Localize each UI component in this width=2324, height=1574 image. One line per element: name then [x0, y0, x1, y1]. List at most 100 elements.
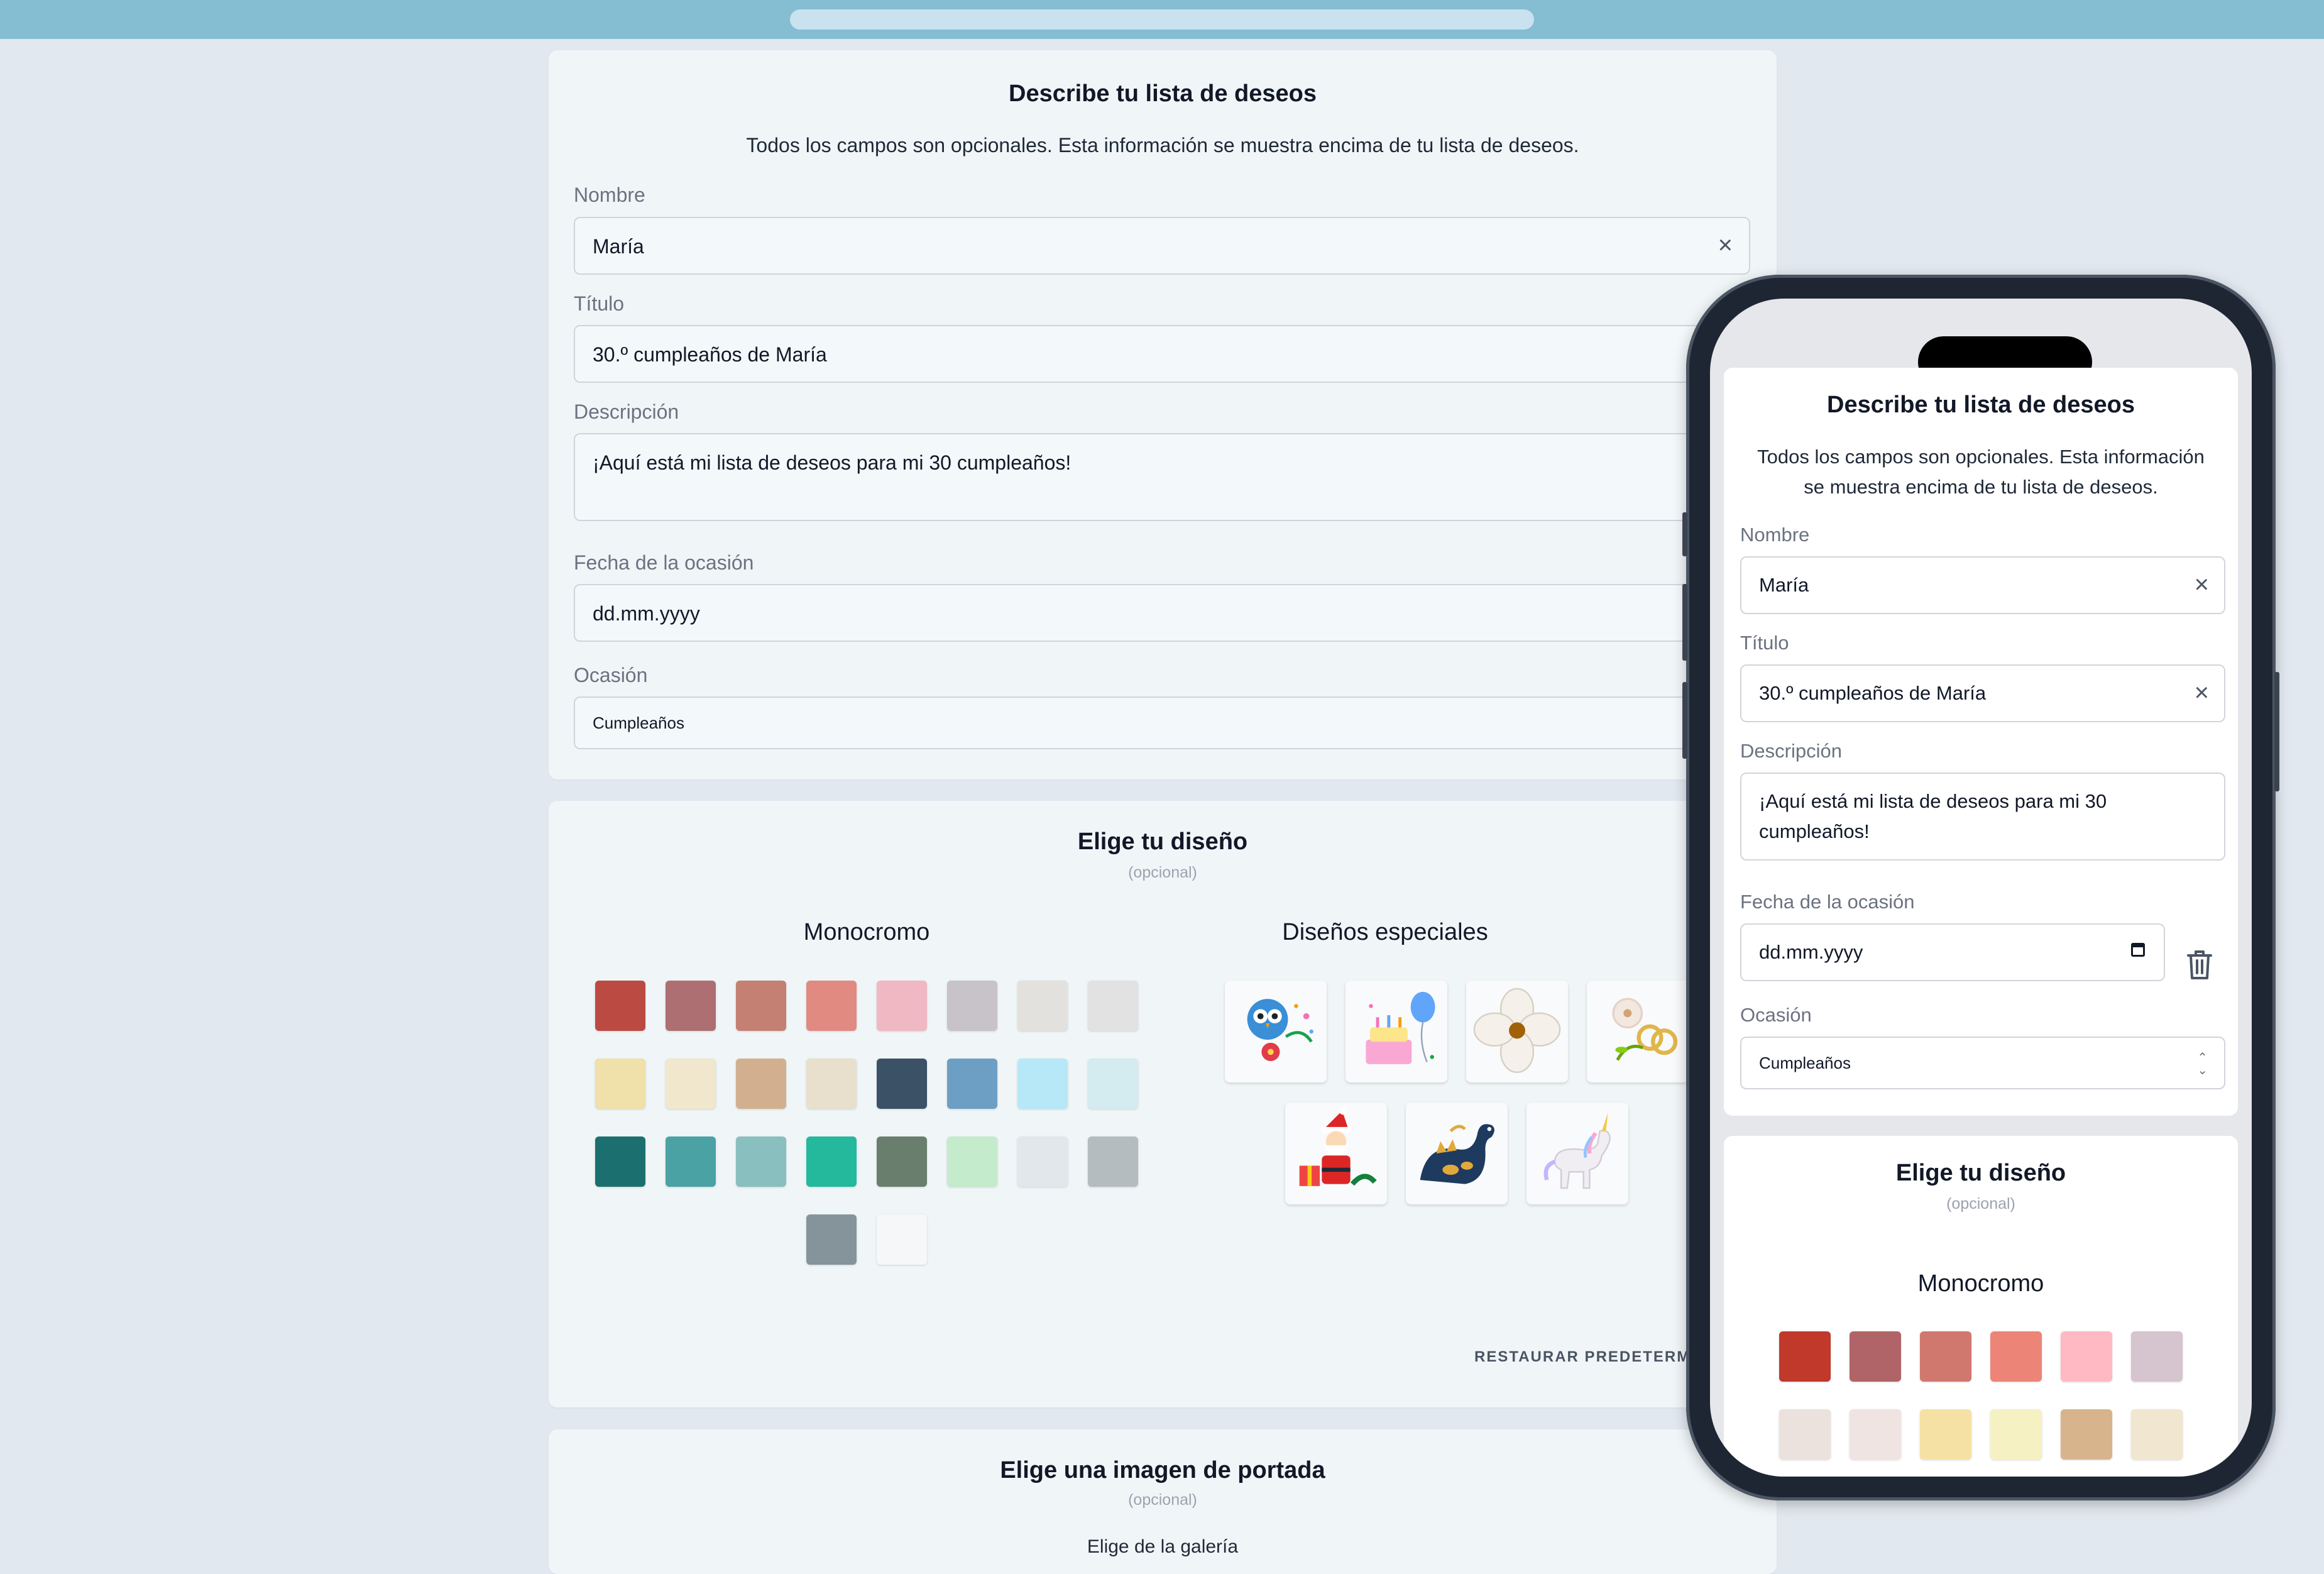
- trash-icon[interactable]: [2184, 948, 2215, 981]
- phone-mockup: Describe tu lista de deseos Todos los ca…: [1682, 275, 2279, 1500]
- phone-name-value: María: [1759, 574, 1809, 596]
- unicorn-icon: [1543, 1113, 1611, 1189]
- color-swatch[interactable]: [666, 1059, 716, 1109]
- color-swatch[interactable]: [595, 1136, 645, 1187]
- clear-icon[interactable]: ×: [2195, 572, 2209, 597]
- date-input[interactable]: dd.mm.yyyy: [574, 584, 1750, 642]
- phone-color-swatch[interactable]: [1920, 1331, 1971, 1382]
- color-swatch[interactable]: [736, 1136, 786, 1187]
- calendar-icon[interactable]: [2131, 943, 2145, 957]
- design-title: Elige tu diseño: [1077, 828, 1248, 855]
- phone-occasion-value: Cumpleaños: [1759, 1054, 1851, 1072]
- color-swatch[interactable]: [877, 1059, 927, 1109]
- phone-color-swatch[interactable]: [1779, 1331, 1831, 1382]
- color-swatch[interactable]: [947, 981, 997, 1031]
- color-swatch[interactable]: [1017, 1059, 1068, 1109]
- phone-screen: Describe tu lista de deseos Todos los ca…: [1710, 299, 2252, 1477]
- occasion-select[interactable]: Cumpleaños: [574, 696, 1750, 749]
- design-tile-santa-claus[interactable]: [1285, 1103, 1387, 1204]
- phone-power-button: [2274, 672, 2279, 791]
- color-swatch[interactable]: [736, 1059, 786, 1109]
- color-swatch[interactable]: [666, 981, 716, 1031]
- phone-design-card: Elige tu diseño (opcional) Monocromo: [1724, 1136, 2238, 1477]
- gallery-link[interactable]: Elige de la galería: [549, 1536, 1777, 1558]
- design-tile-unicorn[interactable]: [1526, 1103, 1628, 1204]
- color-swatch[interactable]: [1088, 1136, 1138, 1187]
- phone-name-input[interactable]: María ×: [1740, 556, 2225, 614]
- phone-date-input[interactable]: dd.mm.yyyy: [1740, 923, 2165, 981]
- phone-color-swatch[interactable]: [2131, 1409, 2183, 1460]
- color-swatch[interactable]: [806, 1136, 857, 1187]
- phone-wishlist-details-card: Describe tu lista de deseos Todos los ca…: [1724, 368, 2238, 1116]
- name-value: María: [593, 235, 644, 258]
- wishlist-details-card: Describe tu lista de deseos Todos los ca…: [549, 50, 1777, 779]
- color-swatch[interactable]: [806, 981, 857, 1031]
- card-title: Describe tu lista de deseos: [1009, 80, 1317, 107]
- browser-bar: [0, 0, 2324, 39]
- description-value: ¡Aquí está mi lista de deseos para mi 30…: [593, 451, 1072, 474]
- phone-color-swatch[interactable]: [2061, 1331, 2112, 1382]
- phone-card-subtitle: Todos los campos son opcionales. Esta in…: [1757, 446, 2205, 498]
- phone-title-input[interactable]: 30.º cumpleaños de María ×: [1740, 664, 2225, 722]
- color-swatch[interactable]: [806, 1214, 857, 1265]
- chevron-up-down-icon: ⌃ ⌄: [2197, 1051, 2208, 1077]
- phone-color-swatch[interactable]: [1850, 1409, 1901, 1460]
- phone-design-optional: (opcional): [1946, 1195, 2015, 1213]
- phone-color-swatch[interactable]: [1990, 1409, 2042, 1460]
- color-swatch[interactable]: [806, 1059, 857, 1109]
- phone-description-label: Descripción: [1740, 740, 1842, 762]
- phone-occasion-select[interactable]: Cumpleaños ⌃ ⌄: [1740, 1037, 2225, 1089]
- name-label: Nombre: [574, 184, 645, 206]
- color-swatch[interactable]: [947, 1136, 997, 1187]
- phone-monochrome-title: Monocromo: [1917, 1270, 2044, 1297]
- design-tile-owl-flowers[interactable]: [1225, 981, 1327, 1082]
- monochrome-title: Monocromo: [803, 919, 930, 945]
- cover-optional: (opcional): [1128, 1491, 1197, 1509]
- phone-description-textarea[interactable]: ¡Aquí está mi lista de deseos para mi 30…: [1740, 773, 2225, 861]
- special-designs-title: Diseños especiales: [1282, 919, 1488, 945]
- phone-color-swatch[interactable]: [2061, 1409, 2112, 1460]
- description-textarea[interactable]: ¡Aquí está mi lista de deseos para mi 30…: [574, 433, 1750, 521]
- clear-icon[interactable]: ×: [1718, 233, 1733, 258]
- color-swatch[interactable]: [877, 981, 927, 1031]
- color-swatch[interactable]: [1017, 981, 1068, 1031]
- design-tile-birthday-cake[interactable]: [1346, 981, 1447, 1082]
- phone-color-swatch[interactable]: [1850, 1331, 1901, 1382]
- occasion-label: Ocasión: [574, 664, 648, 686]
- design-optional: (opcional): [1128, 864, 1197, 881]
- phone-volume-up: [1682, 584, 1687, 661]
- clear-icon[interactable]: ×: [2195, 680, 2209, 705]
- title-input[interactable]: 30.º cumpleaños de María: [574, 325, 1750, 383]
- phone-color-swatch[interactable]: [1990, 1331, 2042, 1382]
- address-bar[interactable]: [790, 9, 1534, 30]
- date-label: Fecha de la ocasión: [574, 551, 754, 574]
- design-card: Elige tu diseño (opcional) Monocromo Dis…: [549, 801, 1777, 1407]
- color-swatch[interactable]: [1088, 981, 1138, 1031]
- color-swatch[interactable]: [595, 981, 645, 1031]
- name-input[interactable]: María ×: [574, 217, 1750, 275]
- owl-flowers-icon: [1247, 999, 1313, 1061]
- phone-side-button: [1682, 512, 1687, 556]
- phone-color-swatch[interactable]: [1779, 1409, 1831, 1460]
- phone-color-swatch[interactable]: [2131, 1331, 2183, 1382]
- color-swatch[interactable]: [595, 1059, 645, 1109]
- color-swatch[interactable]: [1017, 1136, 1068, 1187]
- design-tile-dinosaur[interactable]: [1406, 1103, 1508, 1204]
- cover-title: Elige una imagen de portada: [1000, 1457, 1325, 1483]
- date-placeholder: dd.mm.yyyy: [593, 602, 700, 625]
- color-swatch[interactable]: [666, 1136, 716, 1187]
- color-swatch[interactable]: [877, 1136, 927, 1187]
- color-swatch[interactable]: [877, 1214, 927, 1265]
- color-swatch[interactable]: [1088, 1059, 1138, 1109]
- color-swatch[interactable]: [947, 1059, 997, 1109]
- phone-color-swatch[interactable]: [1920, 1409, 1971, 1460]
- color-swatch[interactable]: [736, 981, 786, 1031]
- card-subtitle: Todos los campos son opcionales. Esta in…: [746, 134, 1579, 157]
- birthday-cake-icon: [1366, 991, 1435, 1064]
- phone-title-value: 30.º cumpleaños de María: [1759, 682, 1987, 704]
- rings-flowers-icon: [1612, 998, 1678, 1061]
- phone-date-label: Fecha de la ocasión: [1740, 891, 1915, 913]
- design-tile-rings-flowers[interactable]: [1587, 981, 1689, 1082]
- restore-defaults-button[interactable]: RESTAURAR PREDETERMIN: [1474, 1348, 1708, 1366]
- design-tile-white-flower[interactable]: [1466, 981, 1568, 1082]
